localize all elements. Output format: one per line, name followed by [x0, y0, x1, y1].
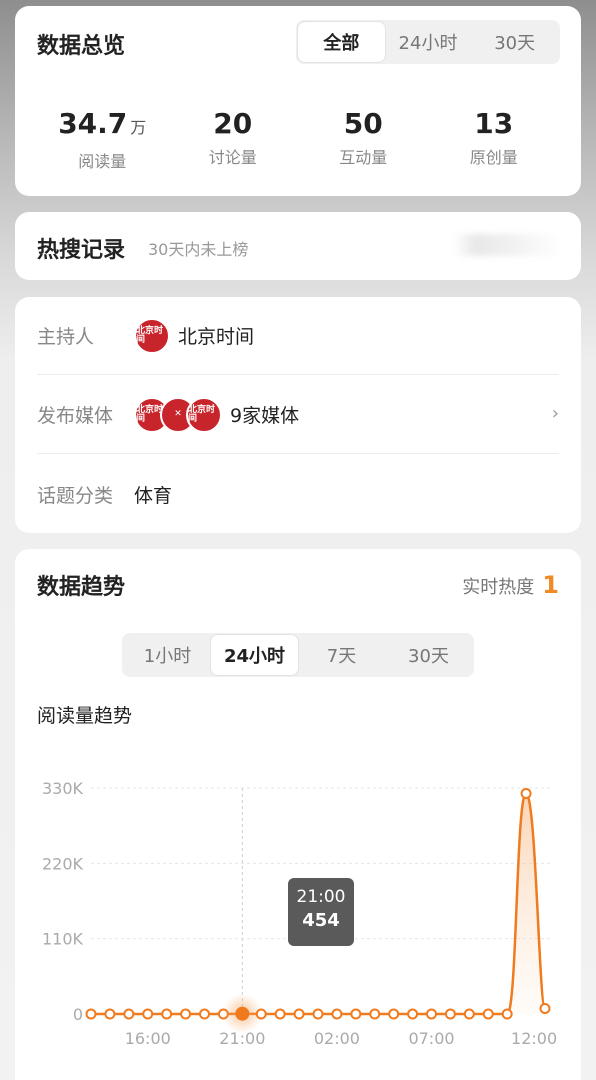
chevron-right-icon[interactable]: ›: [552, 403, 559, 424]
media-count: 9家媒体: [230, 405, 300, 427]
overview-range-tabs: 全部 24小时 30天: [296, 20, 560, 64]
stat-discussions-label: 讨论量: [208, 148, 257, 167]
highlight-point: [235, 1006, 250, 1021]
media-label: 发布媒体: [37, 405, 114, 427]
stat-originals: 13 原创量: [429, 106, 560, 172]
stat-reads: 34.7 万 阅读量: [37, 106, 168, 172]
stat-interactions-label: 互动量: [339, 148, 388, 167]
category-row: 话题分类 体育: [37, 455, 559, 533]
stat-discussions: 20 讨论量: [168, 106, 299, 172]
tab-all[interactable]: 全部: [298, 22, 385, 62]
tab-24h[interactable]: 24小时: [385, 22, 472, 62]
stat-originals-value: 13: [474, 107, 514, 140]
data-point: [463, 1008, 475, 1020]
tooltip-time: 21:00: [296, 887, 346, 907]
hot-search-card[interactable]: 热搜记录 30天内未上榜: [15, 212, 581, 280]
data-point: [293, 1008, 305, 1020]
data-point: [388, 1008, 400, 1020]
host-name: 北京时间: [178, 326, 255, 348]
data-point: [444, 1008, 456, 1020]
data-point: [104, 1008, 116, 1020]
y-tick-label: 220K: [42, 854, 84, 873]
data-point: [142, 1008, 154, 1020]
data-point: [369, 1008, 381, 1020]
x-tick-label: 12:00: [511, 1029, 557, 1048]
x-tick-label: 21:00: [219, 1029, 265, 1048]
trend-card: 数据趋势 实时热度 1 1小时 24小时 7天 30天 阅读量趋势 0 110K 2…: [15, 549, 581, 1080]
hot-search-title: 热搜记录: [37, 238, 126, 263]
data-point: [501, 1008, 513, 1020]
stat-discussions-value: 20: [213, 107, 253, 140]
data-point: [161, 1008, 173, 1020]
x-tick-label: 16:00: [125, 1029, 171, 1048]
media-row[interactable]: 发布媒体 北京时间 ✕ 北京时间 9家媒体 ›: [37, 376, 559, 454]
data-point: [85, 1008, 97, 1020]
media-logo-icon: 北京时间: [186, 396, 222, 433]
host-logo-icon: 北京时间: [134, 317, 170, 354]
stat-interactions: 50 互动量: [298, 106, 429, 172]
overview-title: 数据总览: [37, 34, 126, 59]
data-point: [407, 1008, 419, 1020]
data-point: [482, 1008, 494, 1020]
media-logos: 北京时间 ✕ 北京时间: [134, 396, 222, 433]
data-point: [426, 1008, 437, 1020]
tooltip-value: 454: [302, 910, 340, 931]
category-value: 体育: [134, 484, 173, 507]
data-point: [274, 1008, 286, 1020]
data-point: [199, 1008, 210, 1020]
host-label: 主持人: [37, 326, 95, 348]
data-point: [180, 1008, 192, 1020]
topic-info-card: 主持人 北京时间 北京时间 发布媒体 北京时间 ✕ 北京时间 9家媒体 › 话题…: [15, 297, 581, 533]
category-label: 话题分类: [37, 484, 114, 507]
stat-reads-unit: 万: [130, 118, 147, 137]
stat-reads-value: 34.7: [58, 107, 128, 140]
tab-30d[interactable]: 30天: [471, 22, 558, 62]
stat-reads-label: 阅读量: [78, 152, 127, 171]
hot-search-note: 30天内未上榜: [148, 240, 249, 259]
data-point: [350, 1008, 362, 1020]
x-tick-label: 07:00: [408, 1029, 454, 1048]
blurred-decoration: [453, 234, 563, 256]
data-point: [312, 1008, 324, 1020]
x-tick-label: 02:00: [314, 1029, 360, 1048]
stat-interactions-value: 50: [343, 107, 383, 140]
y-tick-label: 110K: [42, 930, 84, 949]
data-point: [539, 1003, 551, 1015]
data-point: [331, 1008, 343, 1020]
stat-originals-label: 原创量: [469, 148, 518, 167]
host-row: 主持人 北京时间 北京时间: [37, 297, 559, 375]
data-point: [520, 787, 532, 799]
overview-stats: 34.7 万 阅读量 20 讨论量 50 互动量 13 原创量: [37, 106, 559, 172]
data-point: [255, 1008, 267, 1020]
overview-card: 数据总览 全部 24小时 30天 34.7 万 阅读量 20 讨论量 50 互动量…: [15, 6, 581, 196]
data-point: [123, 1008, 135, 1020]
chart-tooltip: 21:00 454: [288, 878, 354, 946]
y-tick-label: 0: [73, 1005, 83, 1024]
y-tick-label: 330K: [42, 779, 84, 798]
read-trend-chart[interactable]: 0 110K 220K 330K 16:00 21:00 02:00 07:00 12:00: [15, 549, 581, 1080]
